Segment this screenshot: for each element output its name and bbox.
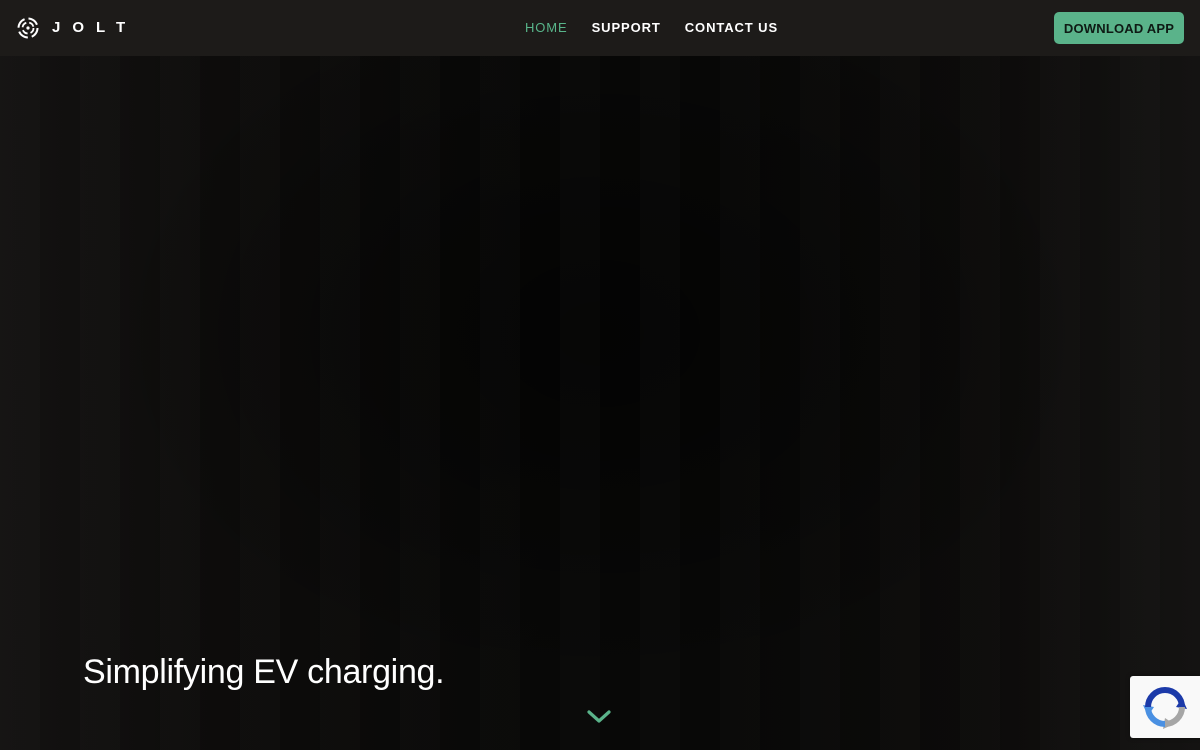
hero-background <box>0 56 1200 750</box>
brand-logo[interactable]: JOLT <box>16 16 137 40</box>
main-nav: HOME SUPPORT CONTACT US <box>525 0 802 56</box>
recaptcha-icon <box>1143 687 1187 729</box>
swirl-logo-icon <box>17 17 39 39</box>
hero-tagline: Simplifying EV charging. <box>83 653 445 691</box>
nav-item-support[interactable]: SUPPORT <box>592 0 661 56</box>
brand-name: JOLT <box>52 19 138 36</box>
site-header: JOLT HOME SUPPORT CONTACT US DOWNLOAD AP… <box>0 0 1200 56</box>
chevron-down-icon[interactable] <box>586 708 612 726</box>
nav-item-contact-us[interactable]: CONTACT US <box>685 0 778 56</box>
nav-item-home[interactable]: HOME <box>525 0 568 56</box>
recaptcha-badge[interactable] <box>1130 676 1200 738</box>
download-app-button[interactable]: DOWNLOAD APP <box>1054 12 1184 44</box>
hero-section: Simplifying EV charging. <box>0 56 1200 750</box>
page: JOLT HOME SUPPORT CONTACT US DOWNLOAD AP… <box>0 0 1200 750</box>
